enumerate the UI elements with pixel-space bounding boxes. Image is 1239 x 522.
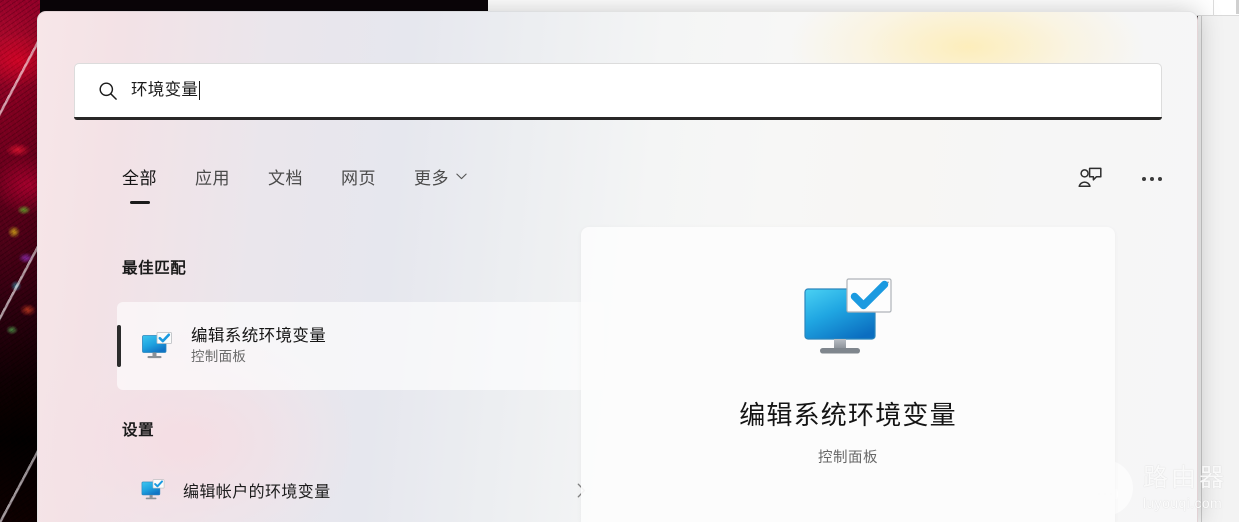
more-options-icon — [1142, 177, 1162, 181]
system-properties-monitor-icon-large — [804, 278, 892, 354]
text-caret — [199, 81, 201, 100]
search-input-focus-underline — [74, 117, 1162, 120]
tab-apps[interactable]: 应用 — [195, 162, 230, 189]
settings-result-label: 编辑帐户的环境变量 — [183, 484, 331, 501]
section-header-settings: 设置 — [122, 422, 155, 439]
best-match-title: 编辑系统环境变量 — [191, 327, 327, 345]
search-input[interactable]: 环境变量 — [74, 63, 1162, 117]
tab-all[interactable]: 全部 — [122, 162, 157, 204]
screen-root: 环境变量 全部 应用 文档 网页 更多 最佳匹配 编辑系统环境变量 控制面板 设… — [0, 0, 1239, 522]
results-column: 最佳匹配 编辑系统环境变量 控制面板 设置 编辑帐户的环境变量 — [38, 238, 618, 522]
system-properties-monitor-icon — [142, 332, 172, 359]
tab-all-label: 全部 — [122, 169, 157, 188]
search-input-value: 环境变量 — [131, 81, 199, 100]
feedback-button[interactable] — [1073, 162, 1107, 196]
tab-documents[interactable]: 文档 — [268, 162, 303, 189]
search-icon — [99, 81, 117, 100]
preview-subtitle: 控制面板 — [818, 450, 878, 466]
top-right-actions — [1073, 162, 1169, 196]
background-right-edge-line — [1201, 16, 1202, 522]
selection-indicator — [117, 325, 121, 367]
tab-more-label: 更多 — [414, 169, 449, 188]
tab-apps-label: 应用 — [195, 169, 230, 188]
tab-active-indicator — [129, 201, 150, 204]
tab-more[interactable]: 更多 — [414, 162, 467, 189]
best-match-subtitle: 控制面板 — [191, 349, 247, 365]
preview-title: 编辑系统环境变量 — [739, 400, 957, 430]
chevron-down-icon — [456, 173, 467, 180]
more-options-button[interactable] — [1135, 162, 1169, 196]
feedback-icon — [1078, 167, 1102, 187]
tab-documents-label: 文档 — [268, 169, 303, 188]
filter-tabbar: 全部 应用 文档 网页 更多 — [122, 162, 467, 208]
preview-panel: 编辑系统环境变量 控制面板 — [581, 227, 1115, 522]
settings-result-row[interactable]: 编辑帐户的环境变量 — [117, 464, 604, 516]
tab-web[interactable]: 网页 — [341, 162, 376, 189]
tab-web-label: 网页 — [341, 169, 376, 188]
system-properties-monitor-icon — [141, 479, 165, 500]
wallpaper-texture — [0, 0, 40, 522]
background-right-area — [1198, 16, 1239, 522]
search-flyout-panel: 环境变量 全部 应用 文档 网页 更多 最佳匹配 编辑系统环境变量 控制面板 设… — [37, 11, 1198, 522]
background-strip-divider-left — [1213, 0, 1214, 16]
section-header-best-match: 最佳匹配 — [122, 260, 187, 277]
best-match-result[interactable]: 编辑系统环境变量 控制面板 — [117, 302, 604, 390]
desktop-wallpaper — [0, 0, 40, 522]
